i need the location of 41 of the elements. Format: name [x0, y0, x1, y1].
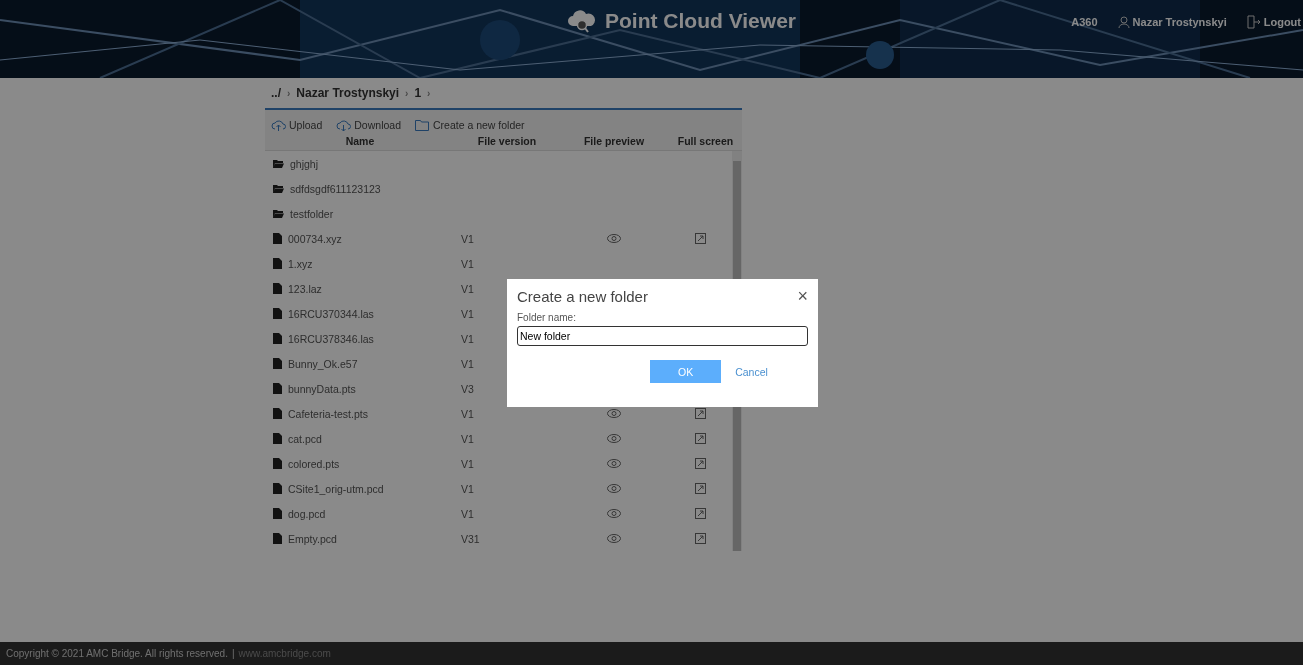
dialog-title: Create a new folder [517, 287, 648, 305]
version-cell: V1 [461, 307, 474, 320]
file-name: colored.pts [288, 457, 340, 470]
file-name: cat.pcd [288, 432, 322, 445]
column-header: Full screen [676, 135, 735, 147]
file-name: testfolder [290, 207, 334, 220]
chevron-text: › [427, 87, 431, 99]
copyright-text: Copyright © 2021 AMC Bridge. All rights reserved. [6, 648, 228, 659]
version-cell: V1 [461, 407, 474, 420]
file-name: 1.xyz [288, 257, 313, 270]
version-cell: V1 [461, 232, 474, 245]
file-name: ghjghj [290, 157, 319, 170]
version-cell: V1 [461, 257, 474, 270]
column-header: File version [476, 135, 538, 147]
file-name: CSite1_orig-utm.pcd [288, 482, 384, 495]
separator-text: | [231, 648, 235, 659]
file-name: 16RCU378346.las [288, 332, 374, 345]
version-cell: V1 [461, 457, 474, 470]
file-name: 123.laz [288, 282, 322, 295]
version-cell: V1 [461, 432, 474, 445]
version-cell: V1 [461, 357, 474, 370]
chevron-text: › [287, 87, 291, 99]
column-header: Name [344, 135, 376, 147]
app-title: Point Cloud Viewer [605, 9, 796, 33]
version-cell: V1 [461, 482, 474, 495]
version-cell: V1 [461, 507, 474, 520]
chevron-text: › [405, 87, 409, 99]
version-cell: V31 [461, 532, 480, 545]
file-name: Cafeteria-test.pts [288, 407, 368, 420]
version-cell: V1 [461, 332, 474, 345]
field-label: Folder name: [517, 312, 577, 323]
file-name: Empty.pcd [288, 532, 337, 545]
version-cell: V3 [461, 382, 474, 395]
column-header: File preview [582, 135, 646, 147]
file-name: 16RCU370344.las [288, 307, 374, 320]
file-name: Bunny_Ok.e57 [288, 357, 358, 370]
file-name: 000734.xyz [288, 232, 342, 245]
file-name: sdfdsgdf611123123 [290, 182, 381, 195]
file-name: dog.pcd [288, 507, 326, 520]
file-name: bunnyData.pts [288, 382, 356, 395]
version-cell: V1 [461, 282, 474, 295]
